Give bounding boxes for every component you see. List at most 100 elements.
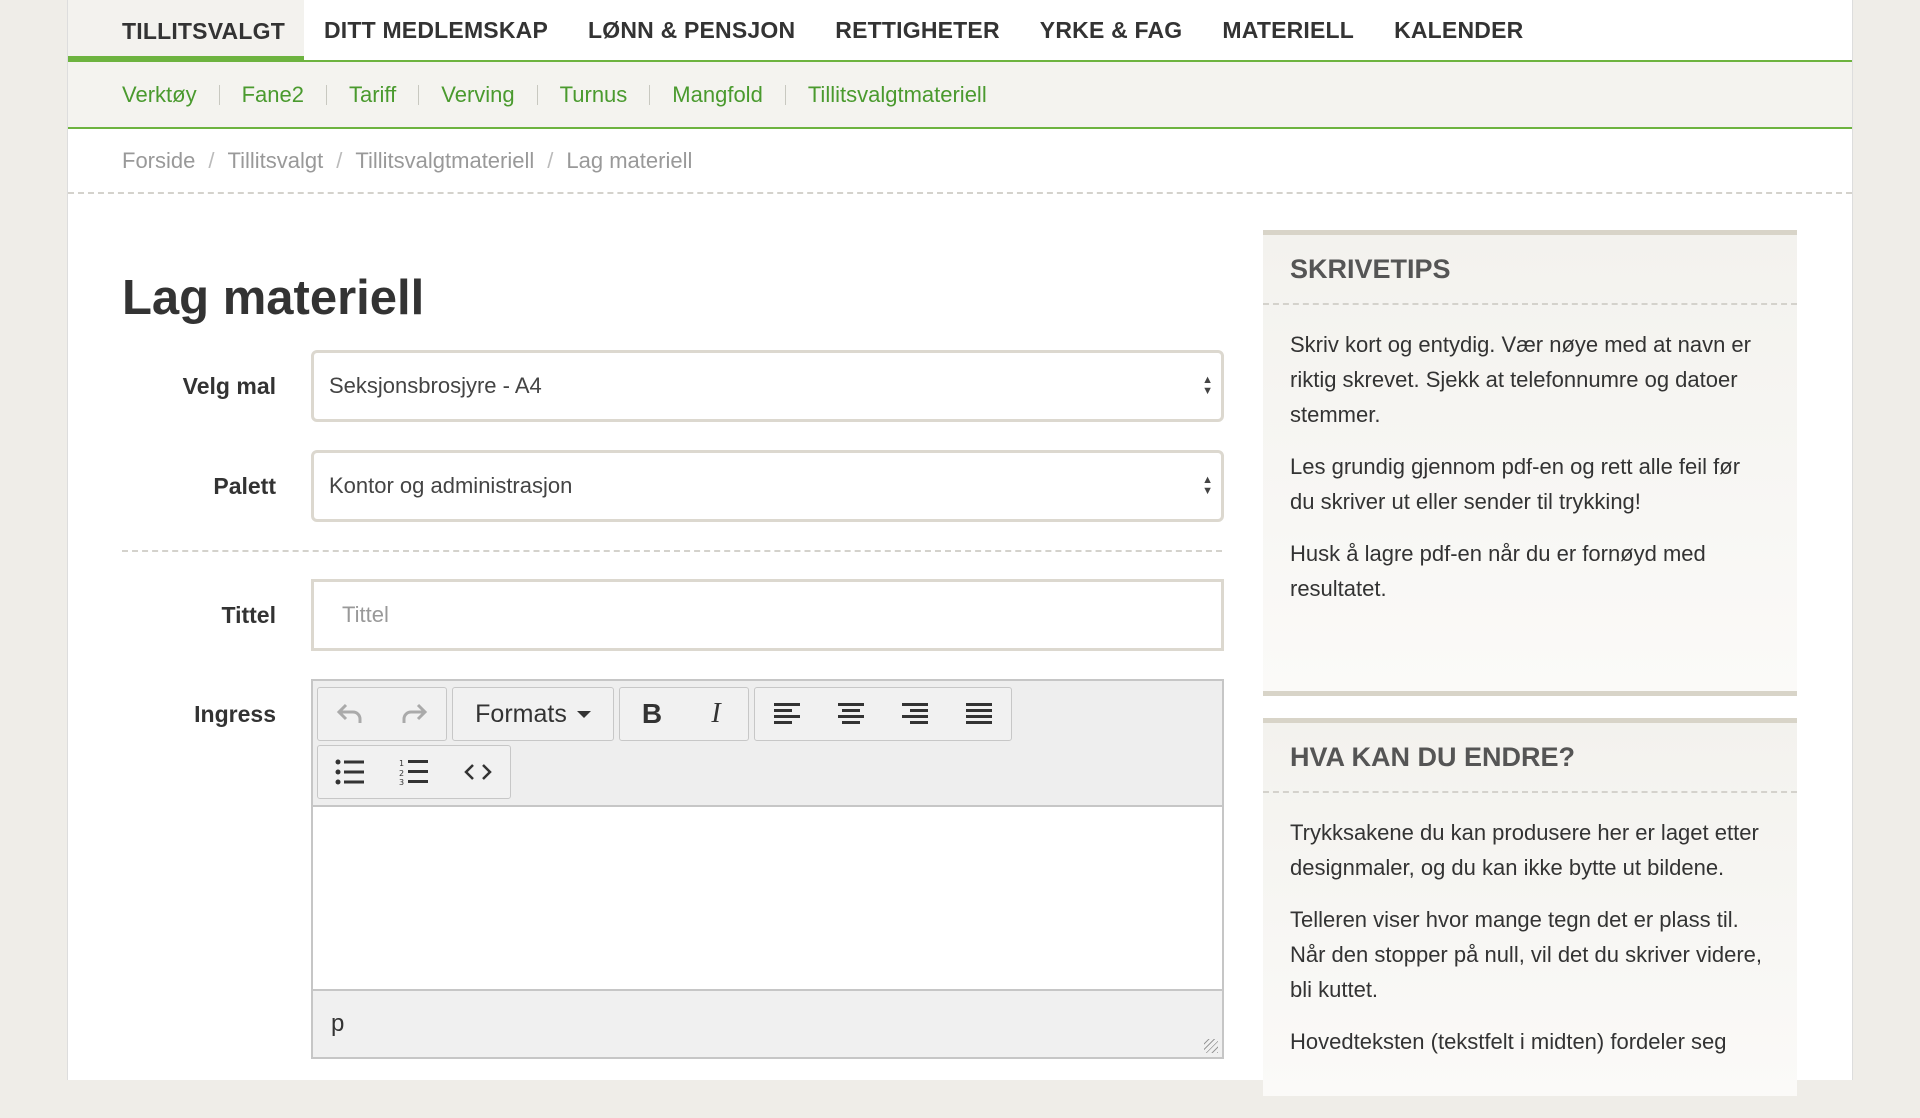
sub-nav-tillitsvalgtmateriell[interactable]: Tillitsvalgtmateriell	[808, 82, 987, 108]
sub-nav-tariff[interactable]: Tariff	[349, 82, 396, 108]
source-code-button[interactable]	[446, 746, 510, 798]
list-group: 123	[317, 745, 511, 799]
ingress-row: Ingress Formats B I 1 2 3 p	[122, 679, 1294, 1059]
writing-tips-title: SKRIVETIPS	[1263, 235, 1797, 305]
breadcrumb-current: Lag materiell	[566, 147, 693, 173]
sub-nav-turnus[interactable]: Turnus	[560, 82, 628, 108]
what-can-you-change-body: Trykksakene du kan produsere her er lage…	[1263, 793, 1797, 1096]
main-nav-kalender[interactable]: KALENDER	[1374, 0, 1543, 60]
breadcrumb: Forside / Tillitsvalgt / Tillitsvalgtmat…	[68, 129, 1852, 194]
writing-tip: Husk å lagre pdf-en når du er fornøyd me…	[1290, 541, 1706, 601]
template-label: Velg mal	[182, 372, 276, 399]
main-nav-materiell[interactable]: MATERIELL	[1202, 0, 1374, 60]
writing-tip: Les grundig gjennom pdf-en og rett alle …	[1290, 454, 1741, 514]
numbered-list-icon: 123	[399, 759, 428, 786]
sub-nav-separator	[536, 84, 538, 105]
breadcrumb-tillitsvalgt[interactable]: Tillitsvalgt	[227, 148, 323, 174]
main-nav-rettigheter[interactable]: RETTIGHETER	[815, 0, 1019, 60]
bold-button[interactable]: B	[620, 688, 684, 740]
what-can-you-change-box: HVA KAN DU ENDRE? Trykksakene du kan pro…	[1263, 718, 1797, 1096]
writing-tips-box: SKRIVETIPS Skriv kort og entydig. Vær nø…	[1263, 230, 1797, 696]
numbered-list-button[interactable]: 123	[382, 746, 446, 798]
formats-label: Formats	[475, 699, 567, 728]
title-row: Tittel	[122, 579, 1294, 651]
align-left-icon	[774, 703, 800, 724]
main-nav-tillitsvalgt[interactable]: TILLITSVALGT	[68, 0, 304, 62]
bold-icon: B	[641, 698, 663, 729]
breadcrumb-separator: /	[547, 147, 554, 173]
caret-down-icon	[576, 710, 591, 718]
editor-content-area[interactable]	[313, 807, 1222, 987]
form-divider	[122, 550, 1222, 552]
svg-text:3: 3	[399, 778, 404, 786]
sub-nav: Verktøy Fane2 Tariff Verving Turnus Mang…	[68, 62, 1852, 129]
select-arrows-icon: ▲ ▼	[1202, 474, 1213, 497]
sub-nav-separator	[325, 84, 327, 105]
align-center-icon	[838, 703, 864, 724]
change-info: Hovedteksten (tekstfelt i midten) fordel…	[1290, 1029, 1727, 1054]
align-right-button[interactable]	[883, 688, 947, 740]
history-group	[317, 687, 447, 741]
main-nav: TILLITSVALGT DITT MEDLEMSKAP LØNN & PENS…	[68, 0, 1852, 62]
undo-icon	[336, 703, 362, 723]
ingress-label: Ingress	[194, 701, 276, 727]
template-select-value: Seksjonsbrosjyre - A4	[329, 373, 542, 398]
align-left-button[interactable]	[755, 688, 819, 740]
sub-nav-fane2[interactable]: Fane2	[242, 82, 304, 108]
palette-select-value: Kontor og administrasjon	[329, 473, 573, 498]
main-nav-ditt-medlemskap[interactable]: DITT MEDLEMSKAP	[304, 0, 568, 60]
sub-nav-separator	[784, 84, 786, 105]
sub-nav-separator	[649, 84, 651, 105]
writing-tips-body: Skriv kort og entydig. Vær nøye med at n…	[1263, 305, 1797, 643]
writing-tip: Skriv kort og entydig. Vær nøye med at n…	[1290, 332, 1751, 427]
template-select[interactable]: Seksjonsbrosjyre - A4 ▲ ▼	[311, 350, 1224, 422]
main-nav-lonn-pensjon[interactable]: LØNN & PENSJON	[568, 0, 815, 60]
palette-select[interactable]: Kontor og administrasjon ▲ ▼	[311, 450, 1224, 522]
editor-statusbar: p	[313, 989, 1222, 1057]
align-center-button[interactable]	[819, 688, 883, 740]
change-info: Telleren viser hvor mange tegn det er pl…	[1290, 907, 1763, 1002]
italic-icon: I	[711, 698, 721, 729]
bullet-list-button[interactable]	[318, 746, 382, 798]
ingress-editor: Formats B I 1 2 3 p	[311, 679, 1224, 1059]
formats-dropdown[interactable]: Formats	[453, 688, 613, 740]
change-info: Trykksakene du kan produsere her er lage…	[1290, 820, 1759, 880]
italic-button[interactable]: I	[684, 688, 748, 740]
redo-icon	[402, 703, 428, 723]
sub-nav-verving[interactable]: Verving	[441, 82, 514, 108]
editor-element-path[interactable]: p	[331, 1010, 344, 1038]
formats-group: Formats	[452, 687, 614, 741]
text-style-group: B I	[619, 687, 749, 741]
sub-nav-separator	[218, 84, 220, 105]
svg-text:1: 1	[399, 759, 404, 768]
align-justify-button[interactable]	[947, 688, 1011, 740]
code-icon	[464, 764, 492, 780]
what-can-you-change-title: HVA KAN DU ENDRE?	[1263, 723, 1797, 793]
sub-nav-mangfold[interactable]: Mangfold	[672, 82, 763, 108]
sub-nav-verktoy[interactable]: Verktøy	[122, 82, 197, 108]
palette-label: Palett	[213, 472, 276, 499]
title-input[interactable]	[311, 579, 1224, 651]
editor-toolbar: Formats B I 1 2 3	[313, 681, 1222, 807]
align-group	[754, 687, 1012, 741]
palette-row: Palett Kontor og administrasjon ▲ ▼	[122, 450, 1294, 522]
breadcrumb-forside[interactable]: Forside	[122, 148, 195, 174]
bullet-list-icon	[335, 759, 364, 785]
breadcrumb-separator: /	[208, 147, 215, 173]
undo-button[interactable]	[318, 688, 382, 740]
align-right-icon	[902, 703, 928, 724]
breadcrumb-tillitsvalgtmateriell[interactable]: Tillitsvalgtmateriell	[355, 148, 534, 174]
main-nav-yrke-fag[interactable]: YRKE & FAG	[1020, 0, 1203, 60]
align-justify-icon	[966, 703, 992, 724]
title-label: Tittel	[221, 601, 276, 628]
page: TILLITSVALGT DITT MEDLEMSKAP LØNN & PENS…	[67, 0, 1853, 1096]
resize-handle-icon[interactable]	[1204, 1039, 1218, 1053]
sidebar: SKRIVETIPS Skriv kort og entydig. Vær nø…	[1263, 230, 1797, 1118]
breadcrumb-separator: /	[336, 147, 343, 173]
template-row: Velg mal Seksjonsbrosjyre - A4 ▲ ▼	[122, 350, 1294, 422]
form-column: Lag materiell Velg mal Seksjonsbrosjyre …	[122, 260, 1294, 1059]
sub-nav-separator	[418, 84, 420, 105]
redo-button[interactable]	[382, 688, 446, 740]
page-title: Lag materiell	[122, 271, 425, 325]
select-arrows-icon: ▲ ▼	[1202, 374, 1213, 397]
